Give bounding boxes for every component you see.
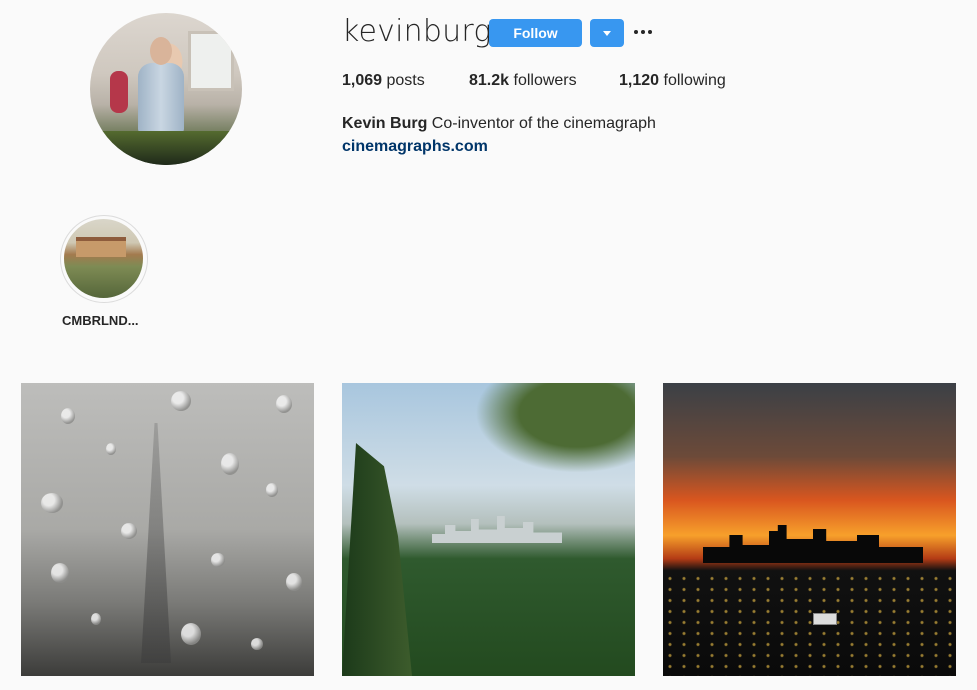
chevron-down-icon	[603, 30, 611, 36]
rain-drop	[286, 573, 302, 591]
profile-full-name: Kevin Burg	[342, 115, 428, 132]
rain-drop	[276, 395, 292, 413]
following-count-value: 1,120	[619, 72, 660, 89]
rain-drop	[266, 483, 278, 497]
rain-drop	[41, 493, 63, 513]
post-billboard	[813, 613, 837, 625]
rain-drop	[221, 453, 239, 475]
post-thumbnail[interactable]	[342, 383, 635, 676]
avatar-person-body	[138, 63, 184, 133]
dot	[634, 30, 638, 34]
post-city-skyline	[703, 525, 923, 563]
avatar-bg-window	[188, 31, 234, 91]
dot	[648, 30, 652, 34]
avatar-bg-person	[110, 71, 128, 113]
rain-drop	[91, 613, 101, 625]
follow-button[interactable]: Follow	[489, 19, 582, 47]
profile-username: kevinburg	[342, 14, 492, 49]
avatar-fg-plants	[90, 131, 242, 165]
profile-website-link[interactable]: cinemagraphs.com	[342, 138, 488, 156]
followers-count-value: 81.2k	[469, 72, 510, 89]
more-options-icon[interactable]	[634, 20, 652, 44]
following-count-label: following	[663, 72, 726, 89]
rain-drop	[211, 553, 225, 567]
followers-link[interactable]: 81.2k followers	[469, 72, 577, 90]
posts-count: 1,069 posts	[342, 72, 425, 90]
rain-drop	[51, 563, 69, 583]
rain-drop	[181, 623, 201, 645]
rain-drop	[106, 443, 116, 455]
followers-count-label: followers	[513, 72, 577, 89]
profile-bio-text: Co-inventor of the cinemagraph	[431, 115, 656, 132]
suggested-dropdown-button[interactable]	[590, 19, 624, 47]
post-tree-branches	[475, 383, 635, 473]
post-tree-left	[342, 443, 412, 676]
highlight-cover-house	[76, 241, 126, 257]
post-city-skyline	[432, 516, 562, 543]
post-city-lights	[663, 573, 956, 676]
rain-drop	[61, 408, 75, 424]
post-eiffel-tower	[141, 423, 171, 663]
posts-count-value: 1,069	[342, 72, 383, 89]
post-thumbnail[interactable]	[21, 383, 314, 676]
profile-avatar[interactable]	[90, 13, 242, 165]
avatar-person-head	[150, 37, 172, 65]
profile-bio: Kevin Burg Co-inventor of the cinemagrap…	[342, 115, 656, 133]
rain-drop	[121, 523, 137, 539]
highlight-label[interactable]: CMBRLND...	[62, 313, 139, 328]
post-thumbnail[interactable]	[663, 383, 956, 676]
rain-drop	[171, 391, 191, 411]
dot	[641, 30, 645, 34]
posts-count-label: posts	[386, 72, 425, 89]
following-link[interactable]: 1,120 following	[619, 72, 726, 90]
rain-drop	[251, 638, 263, 650]
highlight-cover[interactable]	[64, 219, 143, 298]
